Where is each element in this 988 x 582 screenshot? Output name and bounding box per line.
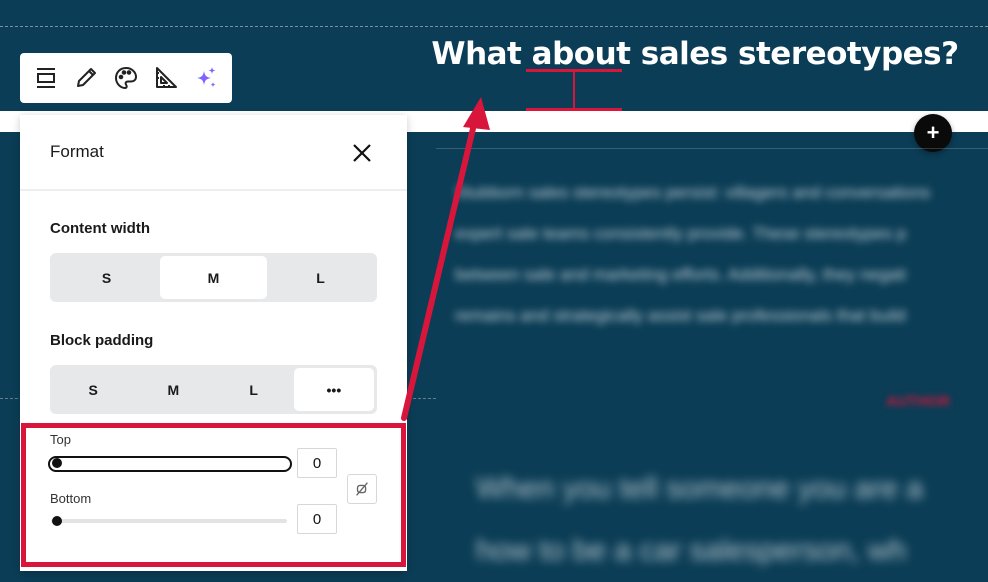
heading-underline-stem: [573, 72, 575, 108]
block-toolbar: [20, 53, 232, 103]
body-line: expert sale teams consistently provide. …: [455, 224, 907, 243]
edit-button[interactable]: [69, 61, 103, 95]
content-divider: [436, 148, 988, 149]
body-line: between sale and marketing efforts. Addi…: [455, 265, 907, 284]
blurred-author-label: AUTHOR: [886, 393, 951, 410]
content-width-option-m[interactable]: M: [160, 256, 267, 299]
block-padding-selector: S M L •••: [50, 365, 377, 414]
plus-icon: +: [926, 120, 940, 145]
quote-line: how to be a car salesperson, wh: [476, 534, 907, 567]
block-padding-option-m[interactable]: M: [133, 368, 213, 411]
align-button[interactable]: [29, 61, 63, 95]
blurred-quote-text: When you tell someone you are a how to b…: [476, 458, 988, 582]
content-width-selector: S M L: [50, 253, 377, 302]
content-width-label: Content width: [50, 220, 150, 237]
block-boundary-dashed: [0, 26, 988, 27]
heading-underline-bottom: [526, 108, 622, 111]
pencil-icon: [77, 68, 96, 87]
format-button[interactable]: [149, 61, 183, 95]
panel-divider: [20, 189, 407, 191]
content-width-option-s[interactable]: S: [53, 256, 160, 299]
style-button[interactable]: [109, 61, 143, 95]
block-padding-option-l[interactable]: L: [214, 368, 294, 411]
ruler-triangle-icon: [156, 67, 177, 88]
block-padding-option-custom[interactable]: •••: [293, 368, 374, 411]
quote-line: When you tell someone you are a: [476, 472, 923, 505]
align-icon: [37, 68, 55, 88]
panel-title: Format: [50, 142, 104, 161]
annotation-highlight-box: [21, 423, 406, 567]
add-block-button[interactable]: +: [914, 114, 952, 152]
block-padding-option-s[interactable]: S: [53, 368, 133, 411]
sparkle-icon: [197, 67, 216, 88]
palette-icon: [114, 66, 138, 90]
ai-button[interactable]: [189, 61, 223, 95]
body-line: remains and strategically assist sale pr…: [455, 306, 906, 325]
close-icon[interactable]: [350, 141, 374, 165]
page-heading[interactable]: What about sales stereotypes?: [430, 36, 960, 72]
body-line: Stubborn sales stereotypes persist: vill…: [455, 183, 931, 202]
blurred-body-text: Stubborn sales stereotypes persist: vill…: [455, 172, 988, 336]
block-padding-label: Block padding: [50, 332, 154, 349]
content-width-option-l[interactable]: L: [267, 256, 374, 299]
